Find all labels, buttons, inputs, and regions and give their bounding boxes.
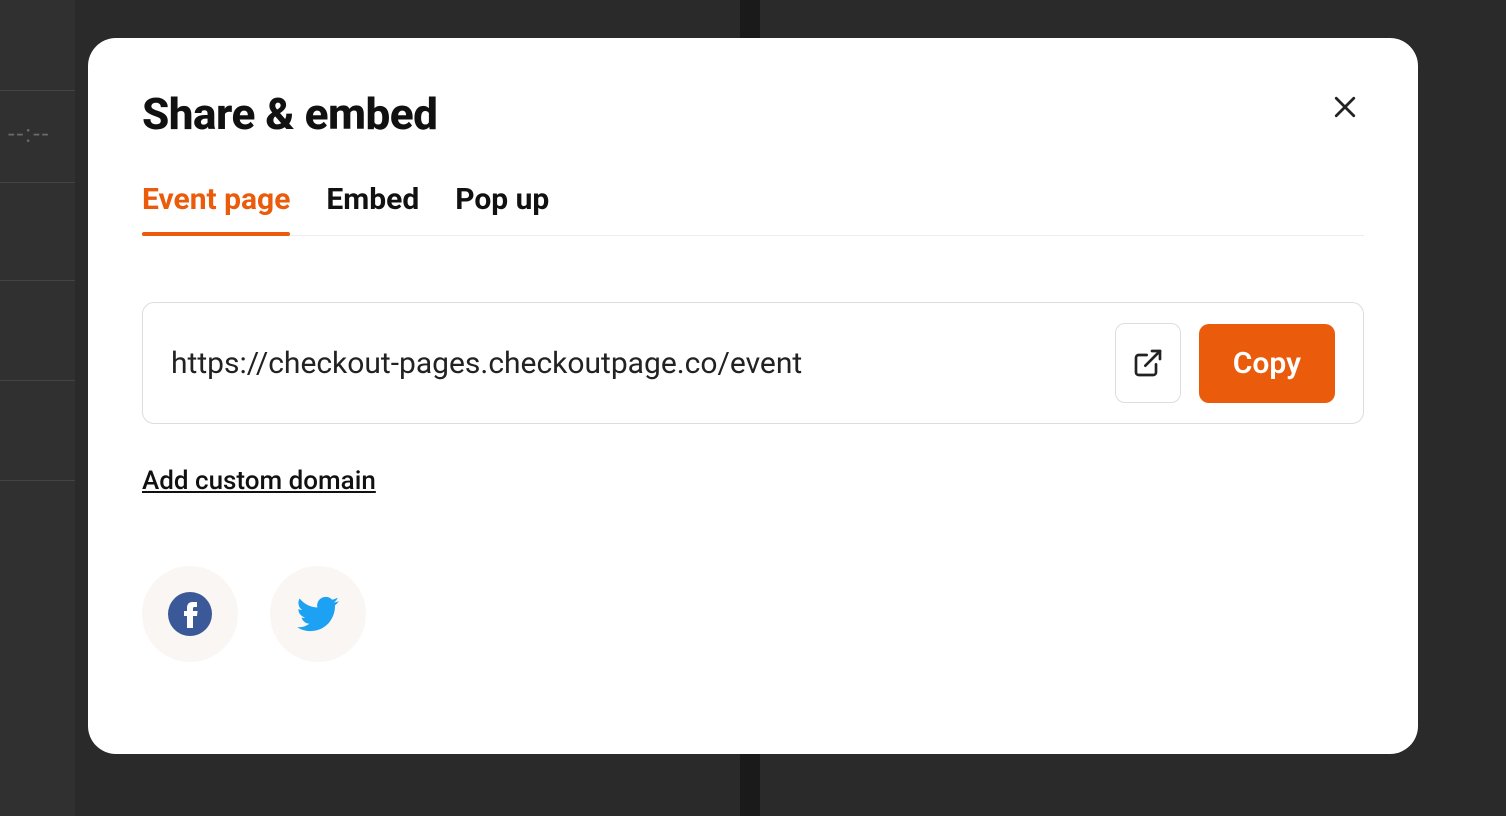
modal-title: Share & embed [142, 88, 437, 140]
tab-event-page[interactable]: Event page [142, 182, 290, 235]
close-icon [1330, 92, 1360, 122]
url-container: Copy [142, 302, 1364, 424]
url-input[interactable] [171, 346, 1097, 381]
background-divider [0, 280, 75, 281]
tabs: Event page Embed Pop up [142, 182, 1364, 236]
background-divider [0, 380, 75, 381]
tab-pop-up[interactable]: Pop up [455, 182, 549, 235]
add-custom-domain-link[interactable]: Add custom domain [142, 466, 376, 496]
facebook-share-button[interactable] [142, 566, 238, 662]
tab-embed[interactable]: Embed [326, 182, 419, 235]
background-placeholder-text: --:-- [8, 120, 50, 148]
twitter-share-button[interactable] [270, 566, 366, 662]
twitter-icon [293, 589, 343, 639]
background-sidebar: --:-- [0, 0, 75, 816]
background-divider [0, 480, 75, 481]
modal-header: Share & embed [142, 88, 1364, 140]
copy-button[interactable]: Copy [1199, 324, 1335, 403]
close-button[interactable] [1326, 88, 1364, 126]
facebook-icon [166, 590, 214, 638]
social-buttons [142, 566, 1364, 662]
background-divider [0, 90, 75, 91]
share-embed-modal: Share & embed Event page Embed Pop up Co… [88, 38, 1418, 754]
background-divider [0, 182, 75, 183]
open-external-button[interactable] [1115, 323, 1181, 403]
external-link-icon [1132, 347, 1164, 379]
